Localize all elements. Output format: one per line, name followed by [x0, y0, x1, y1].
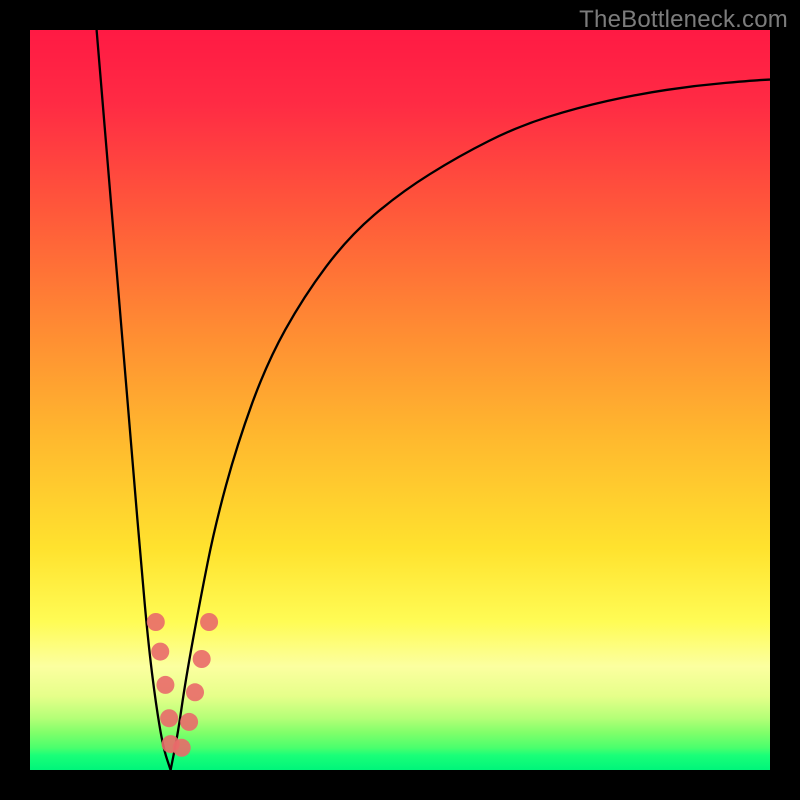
curve-layer [30, 30, 770, 770]
highlight-marker [156, 676, 174, 694]
chart-frame: TheBottleneck.com [0, 0, 800, 800]
highlight-marker [173, 739, 191, 757]
highlight-marker [200, 613, 218, 631]
highlight-marker [193, 650, 211, 668]
bottleneck-curve-right [171, 80, 770, 770]
highlight-marker [180, 713, 198, 731]
highlight-marker [151, 643, 169, 661]
highlight-marker [160, 709, 178, 727]
highlight-marker [147, 613, 165, 631]
highlight-markers [147, 613, 218, 757]
highlight-marker [186, 683, 204, 701]
watermark-label: TheBottleneck.com [579, 6, 788, 34]
plot-area [30, 30, 770, 770]
